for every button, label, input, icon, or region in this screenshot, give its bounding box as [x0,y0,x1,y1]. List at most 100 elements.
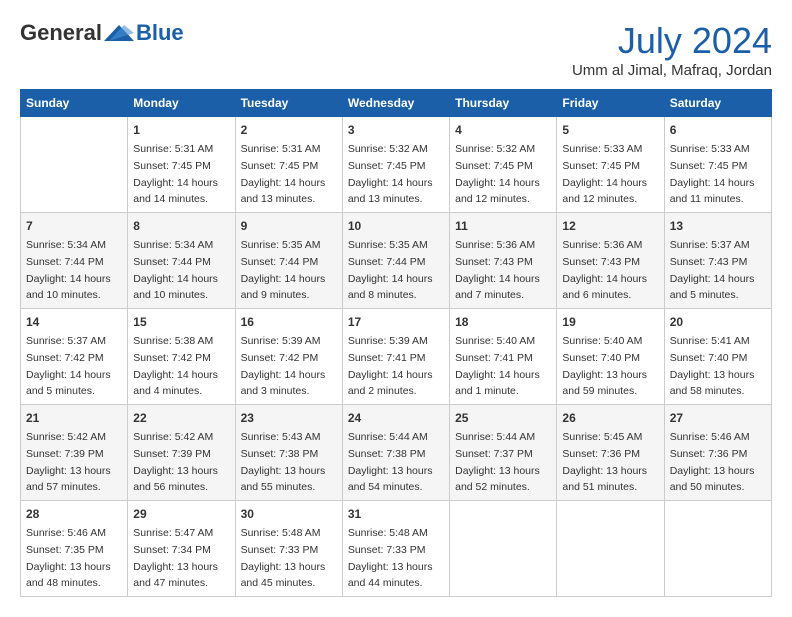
day-cell: 14Sunrise: 5:37 AM Sunset: 7:42 PM Dayli… [21,309,128,405]
header-cell-sunday: Sunday [21,90,128,117]
day-cell: 1 Sunrise: 5:31 AM Sunset: 7:45 PM Daylig… [128,117,235,213]
day-cell: 23Sunrise: 5:43 AM Sunset: 7:38 PM Dayli… [235,405,342,501]
day-detail: Sunrise: 5:31 AM Sunset: 7:45 PM Dayligh… [241,143,326,205]
day-cell [450,501,557,597]
day-cell: 5 Sunrise: 5:33 AM Sunset: 7:45 PM Daylig… [557,117,664,213]
day-number: 22 [133,409,229,427]
day-cell [21,117,128,213]
day-detail: Sunrise: 5:48 AM Sunset: 7:33 PM Dayligh… [241,527,326,589]
day-cell: 3 Sunrise: 5:32 AM Sunset: 7:45 PM Daylig… [342,117,449,213]
day-number: 15 [133,313,229,331]
week-row-2: 7Sunrise: 5:34 AM Sunset: 7:44 PM Daylig… [21,213,772,309]
day-cell: 2Sunrise: 5:31 AM Sunset: 7:45 PM Daylig… [235,117,342,213]
logo: General Blue [20,20,184,46]
day-cell: 18 Sunrise: 5:40 AM Sunset: 7:41 PM Dayli… [450,309,557,405]
day-detail: Sunrise: 5:44 AM Sunset: 7:37 PM Dayligh… [455,431,540,493]
day-cell: 11Sunrise: 5:36 AM Sunset: 7:43 PM Dayli… [450,213,557,309]
day-detail: Sunrise: 5:46 AM Sunset: 7:36 PM Dayligh… [670,431,755,493]
day-cell: 10 Sunrise: 5:35 AM Sunset: 7:44 PM Dayli… [342,213,449,309]
day-detail: Sunrise: 5:41 AM Sunset: 7:40 PM Dayligh… [670,335,755,397]
day-detail: Sunrise: 5:35 AM Sunset: 7:44 PM Dayligh… [348,239,433,301]
week-row-1: 1 Sunrise: 5:31 AM Sunset: 7:45 PM Daylig… [21,117,772,213]
logo-icon [104,21,134,45]
day-number: 24 [348,409,444,427]
header-cell-monday: Monday [128,90,235,117]
day-detail: Sunrise: 5:37 AM Sunset: 7:43 PM Dayligh… [670,239,755,301]
day-cell: 13 Sunrise: 5:37 AM Sunset: 7:43 PM Dayli… [664,213,771,309]
day-number: 18 [455,313,551,331]
day-detail: Sunrise: 5:40 AM Sunset: 7:41 PM Dayligh… [455,335,540,397]
header-cell-saturday: Saturday [664,90,771,117]
week-row-3: 14Sunrise: 5:37 AM Sunset: 7:42 PM Dayli… [21,309,772,405]
day-number: 4 [455,121,551,139]
day-cell: 28Sunrise: 5:46 AM Sunset: 7:35 PM Dayli… [21,501,128,597]
day-number: 17 [348,313,444,331]
day-number: 27 [670,409,766,427]
day-number: 28 [26,505,122,523]
day-cell [557,501,664,597]
calendar-table: SundayMondayTuesdayWednesdayThursdayFrid… [20,89,772,597]
day-number: 3 [348,121,444,139]
day-cell: 7Sunrise: 5:34 AM Sunset: 7:44 PM Daylig… [21,213,128,309]
day-number: 25 [455,409,551,427]
day-detail: Sunrise: 5:33 AM Sunset: 7:45 PM Dayligh… [670,143,755,205]
day-number: 6 [670,121,766,139]
day-detail: Sunrise: 5:35 AM Sunset: 7:44 PM Dayligh… [241,239,326,301]
day-number: 10 [348,217,444,235]
day-detail: Sunrise: 5:38 AM Sunset: 7:42 PM Dayligh… [133,335,218,397]
day-detail: Sunrise: 5:32 AM Sunset: 7:45 PM Dayligh… [455,143,540,205]
day-detail: Sunrise: 5:45 AM Sunset: 7:36 PM Dayligh… [562,431,647,493]
day-number: 13 [670,217,766,235]
day-cell: 20Sunrise: 5:41 AM Sunset: 7:40 PM Dayli… [664,309,771,405]
day-number: 19 [562,313,658,331]
day-number: 12 [562,217,658,235]
day-number: 31 [348,505,444,523]
day-detail: Sunrise: 5:39 AM Sunset: 7:41 PM Dayligh… [348,335,433,397]
day-cell: 8Sunrise: 5:34 AM Sunset: 7:44 PM Daylig… [128,213,235,309]
day-cell: 17 Sunrise: 5:39 AM Sunset: 7:41 PM Dayli… [342,309,449,405]
day-number: 8 [133,217,229,235]
week-row-4: 21 Sunrise: 5:42 AM Sunset: 7:39 PM Dayli… [21,405,772,501]
day-number: 26 [562,409,658,427]
day-number: 11 [455,217,551,235]
day-detail: Sunrise: 5:36 AM Sunset: 7:43 PM Dayligh… [562,239,647,301]
day-cell: 31 Sunrise: 5:48 AM Sunset: 7:33 PM Dayli… [342,501,449,597]
logo-general-text: General [20,20,102,46]
logo-blue-text: Blue [136,20,184,46]
week-row-5: 28Sunrise: 5:46 AM Sunset: 7:35 PM Dayli… [21,501,772,597]
header-row: SundayMondayTuesdayWednesdayThursdayFrid… [21,90,772,117]
day-detail: Sunrise: 5:37 AM Sunset: 7:42 PM Dayligh… [26,335,111,397]
day-number: 23 [241,409,337,427]
day-detail: Sunrise: 5:40 AM Sunset: 7:40 PM Dayligh… [562,335,647,397]
title-block: July 2024 Umm al Jimal, Mafraq, Jordan [572,20,772,79]
day-detail: Sunrise: 5:39 AM Sunset: 7:42 PM Dayligh… [241,335,326,397]
day-number: 1 [133,121,229,139]
header-cell-tuesday: Tuesday [235,90,342,117]
day-number: 21 [26,409,122,427]
day-cell: 29Sunrise: 5:47 AM Sunset: 7:34 PM Dayli… [128,501,235,597]
day-cell: 26 Sunrise: 5:45 AM Sunset: 7:36 PM Dayli… [557,405,664,501]
day-detail: Sunrise: 5:31 AM Sunset: 7:45 PM Dayligh… [133,143,218,205]
header-cell-wednesday: Wednesday [342,90,449,117]
location-text: Umm al Jimal, Mafraq, Jordan [572,62,772,79]
day-detail: Sunrise: 5:48 AM Sunset: 7:33 PM Dayligh… [348,527,433,589]
day-cell: 4 Sunrise: 5:32 AM Sunset: 7:45 PM Daylig… [450,117,557,213]
day-number: 29 [133,505,229,523]
day-cell: 22 Sunrise: 5:42 AM Sunset: 7:39 PM Dayli… [128,405,235,501]
day-cell: 19 Sunrise: 5:40 AM Sunset: 7:40 PM Dayli… [557,309,664,405]
day-cell: 25 Sunrise: 5:44 AM Sunset: 7:37 PM Dayli… [450,405,557,501]
day-detail: Sunrise: 5:33 AM Sunset: 7:45 PM Dayligh… [562,143,647,205]
day-number: 9 [241,217,337,235]
day-cell: 21 Sunrise: 5:42 AM Sunset: 7:39 PM Dayli… [21,405,128,501]
day-number: 30 [241,505,337,523]
header-cell-thursday: Thursday [450,90,557,117]
day-detail: Sunrise: 5:42 AM Sunset: 7:39 PM Dayligh… [133,431,218,493]
day-cell: 16Sunrise: 5:39 AM Sunset: 7:42 PM Dayli… [235,309,342,405]
header-cell-friday: Friday [557,90,664,117]
day-cell: 15 Sunrise: 5:38 AM Sunset: 7:42 PM Dayli… [128,309,235,405]
day-number: 5 [562,121,658,139]
day-cell: 9 Sunrise: 5:35 AM Sunset: 7:44 PM Daylig… [235,213,342,309]
day-detail: Sunrise: 5:42 AM Sunset: 7:39 PM Dayligh… [26,431,111,493]
day-detail: Sunrise: 5:32 AM Sunset: 7:45 PM Dayligh… [348,143,433,205]
day-detail: Sunrise: 5:34 AM Sunset: 7:44 PM Dayligh… [26,239,111,301]
